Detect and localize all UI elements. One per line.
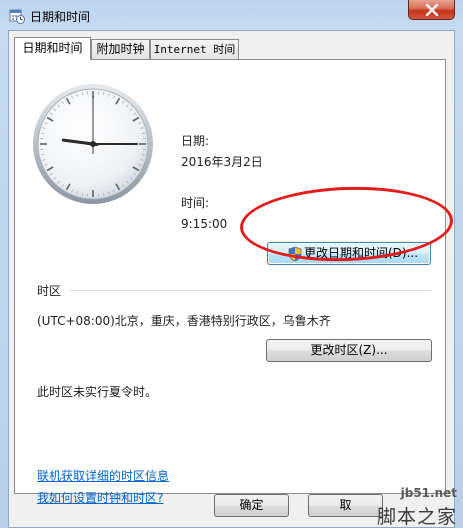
timezone-section-label: 时区: [37, 284, 62, 298]
close-icon: [425, 4, 439, 16]
date-time-dialog: 日期和时间 日期和时间 附加时钟 Internet 时间 日期: 2016年3月…: [0, 0, 463, 528]
tab-internet-time[interactable]: Internet 时间: [150, 39, 239, 59]
date-label: 日期:: [181, 134, 210, 148]
dialog-client-area: 日期和时间 附加时钟 Internet 时间 日期: 2016年3月2日 时间:…: [8, 30, 455, 528]
analog-clock: [33, 84, 153, 204]
watermark-url: jb51.net: [400, 486, 457, 500]
timezone-info-link[interactable]: 联机获取详细的时区信息: [37, 467, 169, 484]
date-value: 2016年3月2日: [181, 155, 263, 169]
time-value: 9:15:00: [181, 217, 228, 231]
tab-panel-date-time: 日期: 2016年3月2日 时间: 9:15:00 更改日期和时间(D)... …: [14, 59, 446, 505]
time-label: 时间:: [181, 196, 210, 210]
dst-note: 此时区未实行夏令时。: [37, 385, 158, 399]
ok-button[interactable]: 确定: [214, 494, 289, 517]
timezone-value: (UTC+08:00)北京，重庆，香港特别行政区，乌鲁木齐: [37, 314, 331, 328]
change-timezone-button[interactable]: 更改时区(Z)...: [266, 339, 432, 362]
title-bar: 日期和时间: [0, 0, 463, 30]
calendar-clock-icon: [9, 8, 25, 24]
timezone-divider: [69, 290, 431, 291]
watermark: jb51.net 脚本之家: [346, 484, 463, 528]
watermark-text: 脚本之家: [376, 506, 457, 528]
tab-additional-clocks[interactable]: 附加时钟: [91, 39, 150, 59]
close-button[interactable]: [408, 0, 455, 20]
window-title: 日期和时间: [30, 10, 91, 24]
howto-clock-timezone-link[interactable]: 我如何设置时钟和时区?: [37, 489, 163, 506]
tab-date-time[interactable]: 日期和时间: [14, 37, 91, 60]
